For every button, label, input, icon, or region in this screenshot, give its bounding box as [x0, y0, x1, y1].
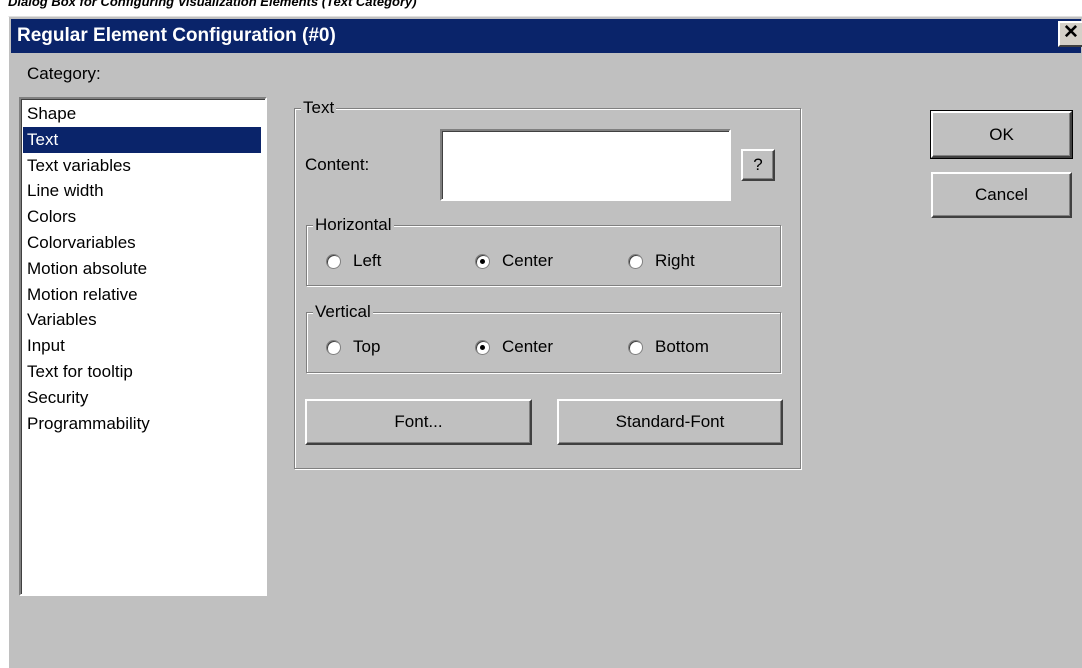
radio-left-label: Left	[353, 251, 382, 270]
window-title: Regular Element Configuration (#0)	[17, 25, 336, 46]
help-button[interactable]: ?	[741, 149, 775, 181]
vertical-bottom-radio[interactable]: Bottom	[628, 337, 709, 357]
radio-bottom-circle	[628, 339, 643, 355]
category-item-text-for-tooltip[interactable]: Text for tooltip	[23, 359, 261, 385]
horizontal-center-radio[interactable]: Center	[475, 251, 553, 271]
category-item-programmability[interactable]: Programmability	[23, 411, 261, 437]
category-item-shape[interactable]: Shape	[23, 101, 261, 127]
font-button-label: Font...	[394, 412, 443, 431]
category-item-motion-absolute[interactable]: Motion absolute	[23, 256, 261, 282]
category-item-variables[interactable]: Variables	[23, 307, 261, 333]
category-item-text[interactable]: Text	[23, 126, 261, 153]
category-item-motion-relative[interactable]: Motion relative	[23, 282, 261, 308]
radio-right-label: Right	[655, 251, 695, 270]
standard-font-button[interactable]: Standard-Font	[557, 399, 783, 445]
radio-top-circle	[326, 339, 341, 355]
content-label: Content:	[305, 155, 370, 174]
category-item-line-width[interactable]: Line width	[23, 178, 261, 204]
horizontal-left-radio[interactable]: Left	[326, 251, 381, 271]
category-item-colors[interactable]: Colors	[23, 204, 261, 230]
radio-vcenter-circle	[475, 339, 490, 355]
help-button-label: ?	[753, 155, 763, 174]
category-label: Category:	[27, 64, 101, 83]
close-icon: ✕	[1063, 22, 1079, 43]
radio-top-label: Top	[353, 337, 381, 356]
horizontal-right-radio[interactable]: Right	[628, 251, 695, 271]
category-item-colorvariables[interactable]: Colorvariables	[23, 230, 261, 256]
radio-right-circle	[628, 253, 643, 269]
radio-left-circle	[326, 253, 341, 269]
radio-center-label: Center	[502, 251, 554, 270]
radio-vcenter-label: Center	[502, 337, 554, 356]
ok-button-label: OK	[989, 124, 1014, 144]
ok-button[interactable]: OK	[930, 110, 1073, 159]
figure-caption: Dialog Box for Configuring Visualization…	[8, 0, 417, 9]
category-item-text-variables[interactable]: Text variables	[23, 153, 261, 179]
standard-font-button-label: Standard-Font	[615, 412, 725, 431]
cancel-button[interactable]: Cancel	[931, 172, 1072, 218]
radio-bottom-label: Bottom	[655, 337, 709, 356]
category-item-input[interactable]: Input	[23, 333, 261, 359]
cancel-button-label: Cancel	[975, 185, 1028, 204]
category-item-security[interactable]: Security	[23, 385, 261, 411]
close-button[interactable]: ✕	[1058, 21, 1082, 47]
horizontal-group-title: Horizontal	[313, 214, 394, 236]
category-listbox[interactable]: Shape Text Text variables Line width Colors C…	[19, 97, 267, 596]
vertical-center-radio[interactable]: Center	[475, 337, 553, 357]
radio-center-circle	[475, 253, 490, 269]
category-list: Shape Text Text variables Line width Colors C…	[21, 99, 265, 436]
font-button[interactable]: Font...	[305, 399, 532, 445]
content-textbox[interactable]	[440, 129, 731, 201]
text-group-title: Text	[301, 97, 337, 119]
vertical-top-radio[interactable]: Top	[326, 337, 380, 357]
vertical-group-title: Vertical	[313, 301, 373, 323]
title-bar[interactable]: Regular Element Configuration (#0)	[11, 19, 1081, 53]
